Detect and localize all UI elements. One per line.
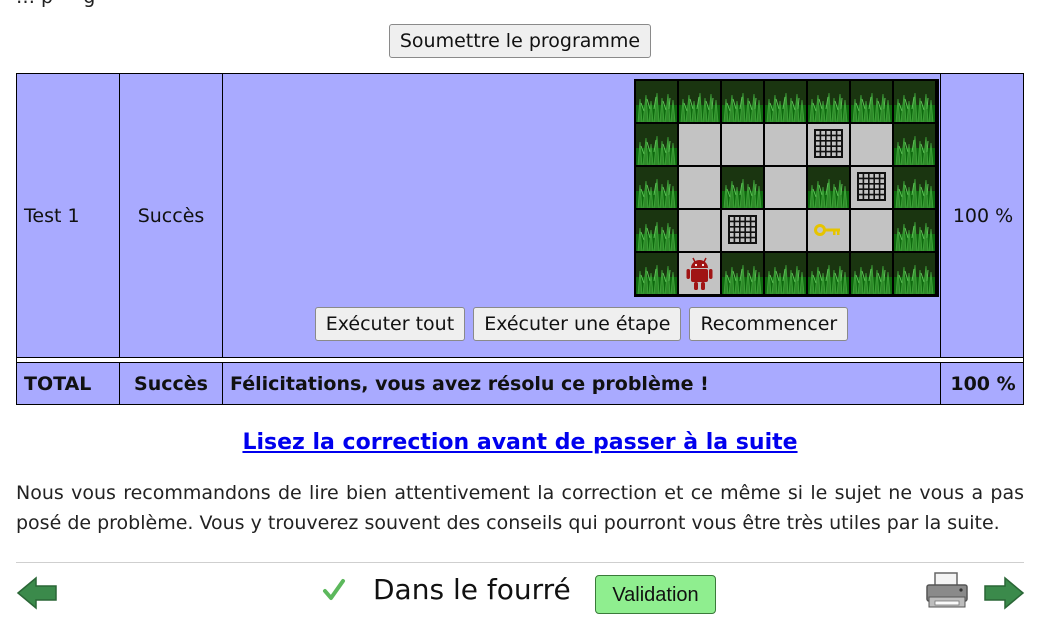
grass-tile: [808, 253, 849, 294]
key-icon: [808, 210, 849, 251]
arrow-left-icon[interactable]: [16, 576, 58, 610]
cage-icon: [851, 167, 892, 208]
grass-tile: [765, 81, 806, 122]
check-icon: [323, 579, 345, 600]
correction-link[interactable]: Lisez la correction avant de passer à la…: [0, 430, 1040, 455]
total-status: Succès: [134, 373, 208, 395]
test-name-cell: Test 1: [17, 74, 119, 357]
run-step-button[interactable]: Exécuter une étape: [473, 307, 682, 341]
game-board: [634, 79, 939, 297]
submit-program-button[interactable]: Soumettre le programme: [388, 24, 652, 58]
execution-controls: Exécuter tout Exécuter une étape Recomme…: [223, 307, 940, 341]
grass-tile: [808, 81, 849, 122]
total-score-cell: 100 %: [941, 363, 1025, 405]
empty-tile: [765, 167, 806, 208]
grass-tile: [894, 124, 935, 165]
grass-tile: [894, 81, 935, 122]
total-label-cell: TOTAL: [17, 363, 119, 405]
test-status: Succès: [137, 204, 205, 227]
test-visual-cell: Exécuter tout Exécuter une étape Recomme…: [223, 74, 940, 357]
total-score: 100 %: [950, 373, 1016, 395]
robot-icon: [679, 253, 720, 294]
empty-tile: [851, 124, 892, 165]
empty-tile: [765, 124, 806, 165]
cut-off-text: … p g: [16, 0, 95, 8]
total-message-cell: Félicitations, vous avez résolu ce probl…: [223, 363, 940, 405]
submit-area: Soumettre le programme: [0, 24, 1040, 58]
empty-tile: [722, 124, 763, 165]
grass-tile: [894, 167, 935, 208]
grass-tile: [636, 253, 677, 294]
grass-tile: [808, 167, 849, 208]
test-score: 100 %: [952, 204, 1014, 227]
grass-tile: [679, 81, 720, 122]
grass-tile: [636, 124, 677, 165]
advice-paragraph: Nous vous recommandons de lire bien atte…: [16, 482, 1024, 534]
grass-tile: [722, 167, 763, 208]
empty-tile: [679, 167, 720, 208]
run-all-button[interactable]: Exécuter tout: [314, 307, 466, 341]
grass-tile: [722, 81, 763, 122]
grass-tile: [636, 167, 677, 208]
grass-tile: [765, 253, 806, 294]
grass-tile: [722, 253, 763, 294]
total-status-cell: Succès: [120, 363, 222, 405]
grass-tile: [894, 253, 935, 294]
printer-icon[interactable]: [925, 571, 969, 611]
footer-divider: [16, 562, 1024, 563]
grass-tile: [894, 210, 935, 251]
cage-icon: [722, 210, 763, 251]
empty-tile: [851, 210, 892, 251]
results-table: Test 1 Succès Exécuter tout Exécuter une…: [16, 73, 1024, 405]
arrow-right-icon[interactable]: [983, 576, 1025, 610]
grass-tile: [636, 210, 677, 251]
empty-tile: [679, 124, 720, 165]
validation-button[interactable]: Validation: [595, 575, 716, 614]
task-title: Dans le fourré: [373, 573, 571, 606]
total-label: TOTAL: [24, 373, 92, 395]
grass-tile: [851, 253, 892, 294]
test-score-cell: 100 %: [941, 74, 1025, 357]
reset-button[interactable]: Recommencer: [689, 307, 849, 341]
empty-tile: [679, 210, 720, 251]
cage-icon: [808, 124, 849, 165]
total-message: Félicitations, vous avez résolu ce probl…: [230, 373, 709, 395]
row-divider-gap: [17, 358, 1023, 362]
test-status-cell: Succès: [120, 74, 222, 357]
empty-tile: [765, 210, 806, 251]
grass-tile: [636, 81, 677, 122]
test-name: Test 1: [24, 204, 80, 227]
grass-tile: [851, 81, 892, 122]
